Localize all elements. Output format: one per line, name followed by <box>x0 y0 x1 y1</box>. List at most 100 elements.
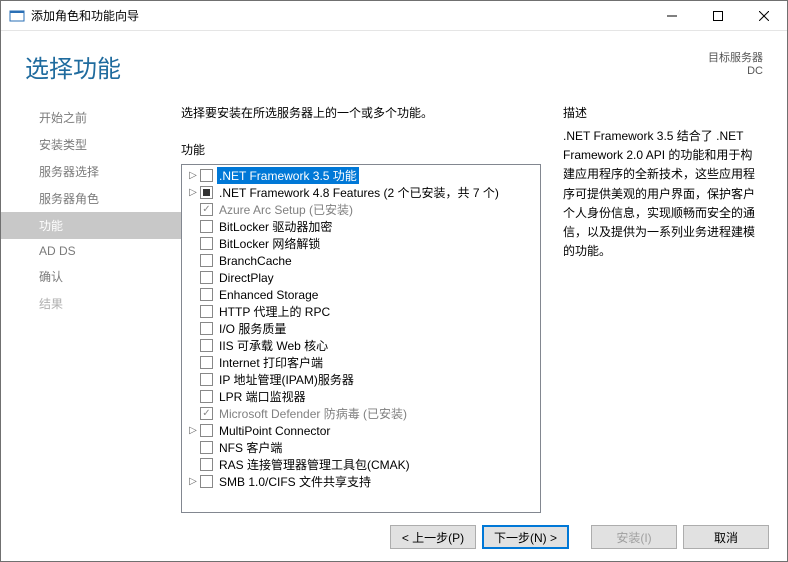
feature-checkbox[interactable] <box>200 220 213 233</box>
features-tree[interactable]: ▷.NET Framework 3.5 功能▷.NET Framework 4.… <box>181 164 541 513</box>
nav-item: 结果 <box>1 290 181 317</box>
close-icon <box>759 11 769 21</box>
maximize-button[interactable] <box>695 1 741 30</box>
cancel-button[interactable]: 取消 <box>683 525 769 549</box>
feature-checkbox[interactable] <box>200 339 213 352</box>
feature-label: Microsoft Defender 防病毒 (已安装) <box>217 405 409 422</box>
feature-checkbox[interactable] <box>200 288 213 301</box>
feature-checkbox[interactable] <box>200 407 213 420</box>
feature-label: BranchCache <box>217 254 294 268</box>
close-button[interactable] <box>741 1 787 30</box>
main-content: 选择要安装在所选服务器上的一个或多个功能。 功能 ▷.NET Framework… <box>181 92 763 513</box>
feature-checkbox[interactable] <box>200 322 213 335</box>
feature-checkbox[interactable] <box>200 305 213 318</box>
page-title: 选择功能 <box>25 49 708 84</box>
page-header: 选择功能 目标服务器 DC <box>1 31 787 92</box>
target-value: DC <box>708 65 763 77</box>
feature-checkbox[interactable] <box>200 356 213 369</box>
feature-checkbox[interactable] <box>200 169 213 182</box>
expand-icon[interactable]: ▷ <box>186 170 200 181</box>
feature-label: Azure Arc Setup (已安装) <box>217 201 355 218</box>
feature-label: MultiPoint Connector <box>217 424 332 438</box>
features-label: 功能 <box>181 141 541 158</box>
feature-row[interactable]: HTTP 代理上的 RPC <box>182 303 540 320</box>
feature-row[interactable]: BitLocker 网络解锁 <box>182 235 540 252</box>
feature-label: Enhanced Storage <box>217 288 320 302</box>
target-label: 目标服务器 <box>708 49 763 65</box>
feature-label: BitLocker 驱动器加密 <box>217 218 334 235</box>
nav-item[interactable]: 服务器角色 <box>1 185 181 212</box>
feature-row[interactable]: Azure Arc Setup (已安装) <box>182 201 540 218</box>
feature-label: IIS 可承载 Web 核心 <box>217 337 330 354</box>
previous-button[interactable]: < 上一步(P) <box>390 525 476 549</box>
wizard-body: 开始之前安装类型服务器选择服务器角色功能AD DS确认结果 选择要安装在所选服务… <box>1 92 787 513</box>
feature-checkbox[interactable] <box>200 271 213 284</box>
target-server-info: 目标服务器 DC <box>708 49 763 77</box>
feature-row[interactable]: DirectPlay <box>182 269 540 286</box>
feature-label: IP 地址管理(IPAM)服务器 <box>217 371 356 388</box>
feature-row[interactable]: BranchCache <box>182 252 540 269</box>
feature-label: BitLocker 网络解锁 <box>217 235 322 252</box>
window-controls <box>649 1 787 30</box>
nav-item[interactable]: 安装类型 <box>1 131 181 158</box>
feature-row[interactable]: Internet 打印客户端 <box>182 354 540 371</box>
feature-row[interactable]: NFS 客户端 <box>182 439 540 456</box>
feature-checkbox[interactable] <box>200 254 213 267</box>
feature-label: RAS 连接管理器管理工具包(CMAK) <box>217 456 412 473</box>
feature-label: LPR 端口监视器 <box>217 388 308 405</box>
nav-item[interactable]: 功能 <box>1 212 181 239</box>
feature-row[interactable]: ▷ MultiPoint Connector <box>182 422 540 439</box>
feature-checkbox[interactable] <box>200 458 213 471</box>
feature-checkbox[interactable] <box>200 373 213 386</box>
minimize-icon <box>667 11 677 21</box>
feature-row[interactable]: Enhanced Storage <box>182 286 540 303</box>
feature-checkbox[interactable] <box>200 475 213 488</box>
install-button: 安装(I) <box>591 525 677 549</box>
minimize-button[interactable] <box>649 1 695 30</box>
features-column: 选择要安装在所选服务器上的一个或多个功能。 功能 ▷.NET Framework… <box>181 104 541 513</box>
nav-item[interactable]: AD DS <box>1 239 181 263</box>
feature-label: Internet 打印客户端 <box>217 354 325 371</box>
feature-checkbox[interactable] <box>200 186 213 199</box>
feature-row[interactable]: ▷.NET Framework 3.5 功能 <box>182 167 540 184</box>
feature-label: I/O 服务质量 <box>217 320 288 337</box>
feature-label: SMB 1.0/CIFS 文件共享支持 <box>217 473 373 490</box>
feature-row[interactable]: IP 地址管理(IPAM)服务器 <box>182 371 540 388</box>
feature-row[interactable]: LPR 端口监视器 <box>182 388 540 405</box>
feature-row[interactable]: RAS 连接管理器管理工具包(CMAK) <box>182 456 540 473</box>
feature-checkbox[interactable] <box>200 424 213 437</box>
feature-label: NFS 客户端 <box>217 439 284 456</box>
wizard-footer: < 上一步(P) 下一步(N) > 安装(I) 取消 <box>1 513 787 561</box>
description-text: .NET Framework 3.5 结合了 .NET Framework 2.… <box>563 127 763 261</box>
feature-checkbox[interactable] <box>200 390 213 403</box>
nav-item[interactable]: 服务器选择 <box>1 158 181 185</box>
feature-row[interactable]: ▷ SMB 1.0/CIFS 文件共享支持 <box>182 473 540 490</box>
maximize-icon <box>713 11 723 21</box>
feature-row[interactable]: I/O 服务质量 <box>182 320 540 337</box>
next-button[interactable]: 下一步(N) > <box>482 525 569 549</box>
feature-row[interactable]: Microsoft Defender 防病毒 (已安装) <box>182 405 540 422</box>
app-icon <box>9 8 25 24</box>
feature-checkbox[interactable] <box>200 441 213 454</box>
feature-row[interactable]: BitLocker 驱动器加密 <box>182 218 540 235</box>
expand-icon[interactable]: ▷ <box>186 425 200 436</box>
wizard-window: 添加角色和功能向导 选择功能 目标服务器 DC 开始之前安装类型服务器选择服务器… <box>0 0 788 562</box>
feature-label: DirectPlay <box>217 271 276 285</box>
feature-row[interactable]: IIS 可承载 Web 核心 <box>182 337 540 354</box>
features-list: ▷.NET Framework 3.5 功能▷.NET Framework 4.… <box>182 167 540 490</box>
instruction-text: 选择要安装在所选服务器上的一个或多个功能。 <box>181 104 541 121</box>
nav-item[interactable]: 开始之前 <box>1 104 181 131</box>
expand-icon[interactable]: ▷ <box>186 187 200 198</box>
description-column: 描述 .NET Framework 3.5 结合了 .NET Framework… <box>563 104 763 513</box>
feature-label: HTTP 代理上的 RPC <box>217 303 332 320</box>
description-label: 描述 <box>563 104 763 121</box>
window-title: 添加角色和功能向导 <box>31 7 649 24</box>
feature-label: .NET Framework 4.8 Features (2 个已安装，共 7 … <box>217 184 501 201</box>
nav-item[interactable]: 确认 <box>1 263 181 290</box>
feature-checkbox[interactable] <box>200 203 213 216</box>
expand-icon[interactable]: ▷ <box>186 476 200 487</box>
titlebar: 添加角色和功能向导 <box>1 1 787 31</box>
feature-row[interactable]: ▷ .NET Framework 4.8 Features (2 个已安装，共 7… <box>182 184 540 201</box>
wizard-nav: 开始之前安装类型服务器选择服务器角色功能AD DS确认结果 <box>1 92 181 513</box>
feature-checkbox[interactable] <box>200 237 213 250</box>
